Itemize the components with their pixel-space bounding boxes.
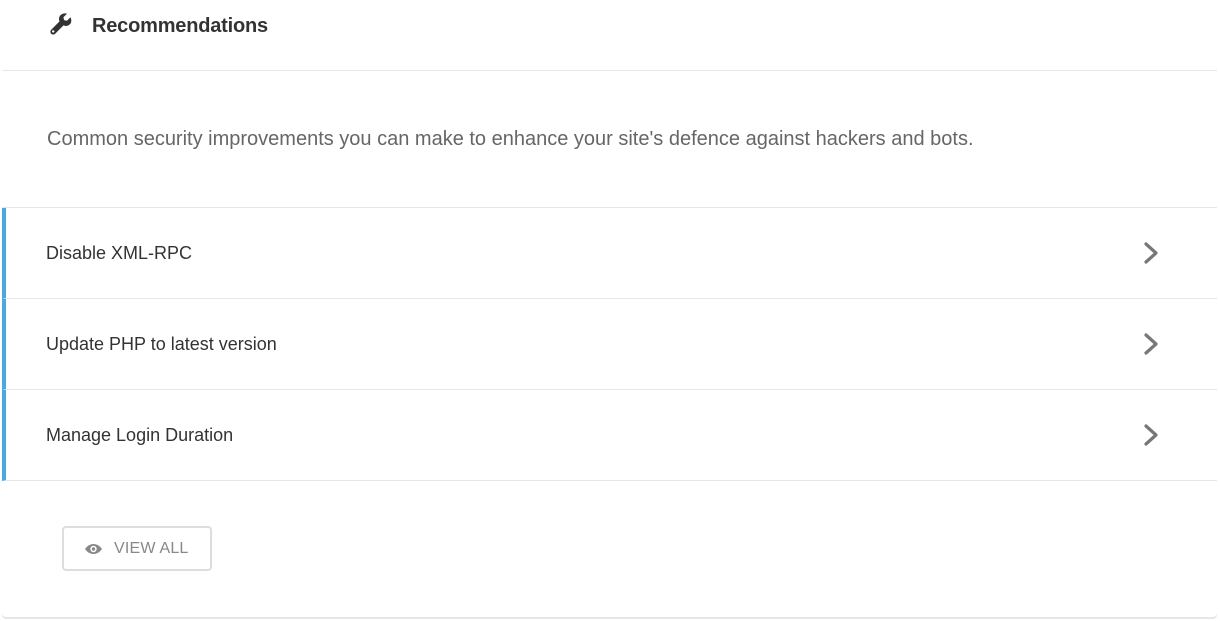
view-all-button[interactable]: VIEW ALL	[62, 526, 212, 571]
card-header: Recommendations	[2, 0, 1217, 71]
view-all-label: VIEW ALL	[114, 540, 189, 557]
wrench-icon	[47, 11, 75, 39]
recommendation-update-php[interactable]: Update PHP to latest version	[2, 299, 1217, 390]
recommendation-label: Disable XML-RPC	[46, 243, 193, 263]
recommendation-label: Update PHP to latest version	[46, 334, 277, 354]
recommendations-card: Recommendations Common security improvem…	[2, 0, 1217, 617]
recommendations-description: Common security improvements you can mak…	[47, 128, 974, 150]
eye-icon	[84, 541, 103, 557]
recommendation-label: Manage Login Duration	[46, 425, 234, 445]
recommendation-manage-login-duration[interactable]: Manage Login Duration	[2, 390, 1217, 481]
page-title: Recommendations	[92, 15, 268, 37]
recommendation-list: Disable XML-RPC Update PHP to latest ver…	[2, 207, 1217, 481]
chevron-right-icon	[1141, 241, 1161, 265]
chevron-right-icon	[1141, 332, 1161, 356]
recommendation-disable-xml-rpc[interactable]: Disable XML-RPC	[2, 208, 1217, 299]
chevron-right-icon	[1141, 423, 1161, 447]
